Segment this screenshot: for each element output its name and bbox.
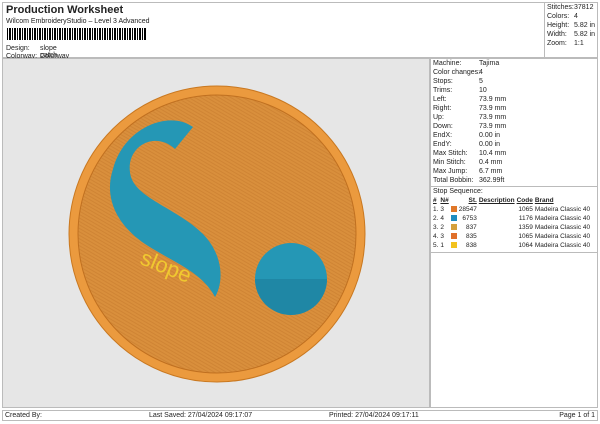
created-by: Created By:: [5, 412, 42, 419]
detail-row: Max Jump: 6.7 mm: [433, 168, 503, 175]
color-swatch: [450, 214, 457, 221]
detail-row: Right: 73.9 mm: [433, 105, 507, 112]
stats-box: Stitches: 37812 Colors: 4 Height: 5.82 in W…: [544, 2, 598, 58]
color-swatch: [450, 205, 457, 212]
design-label: Design:: [6, 45, 30, 52]
table-row: 1. 3 28547 1065 Madeira Classic 40: [433, 205, 591, 213]
color-swatch: [450, 241, 457, 248]
printed-date: Printed: 27/04/2024 09:17:11: [329, 412, 419, 419]
detail-row: EndX: 0.00 in: [433, 132, 501, 139]
design-preview: slope: [2, 58, 430, 408]
stat-row: Zoom: 1:1: [547, 40, 584, 47]
detail-row: Max Stitch: 10.4 mm: [433, 150, 507, 157]
detail-row: Color changes: 4: [433, 69, 483, 76]
barcode: [7, 28, 147, 40]
detail-row: Total Bobbin: 362.99ft: [433, 177, 505, 184]
color-swatch: [450, 223, 457, 230]
detail-row: Machine: Tajima: [433, 60, 500, 67]
detail-row: EndY: 0.00 in: [433, 141, 501, 148]
software-name: Wilcom EmbroideryStudio – Level 3 Advanc…: [6, 18, 150, 25]
table-row: 5. 1 838 1064 Madeira Classic 40: [433, 241, 591, 249]
worksheet-header: Production Worksheet Wilcom EmbroiderySt…: [2, 2, 430, 67]
last-saved: Last Saved: 27/04/2024 09:17:07: [149, 412, 253, 419]
stat-row: Width: 5.82 in: [547, 31, 596, 38]
embroidery-design: slope: [68, 85, 366, 383]
page-title: Production Worksheet: [6, 4, 124, 16]
detail-row: Stops: 5: [433, 78, 483, 85]
stat-row: Height: 5.82 in: [547, 22, 596, 29]
detail-row: Min Stitch: 0.4 mm: [433, 159, 503, 166]
footer: Created By: Last Saved: 27/04/2024 09:17…: [2, 410, 598, 421]
color-swatch: [450, 232, 457, 239]
details-panel: Machine: Tajima Color changes: 4 Stops: 5 Trim…: [430, 58, 598, 408]
table-row: 2. 4 6753 1176 Madeira Classic 40: [433, 214, 591, 222]
page-number: Page 1 of 1: [559, 412, 595, 419]
stat-row: Colors: 4: [547, 13, 578, 20]
stop-sequence-title: Stop Sequence:: [433, 188, 483, 195]
table-row: 3. 2 837 1359 Madeira Classic 40: [433, 223, 591, 231]
patch-fill: [77, 94, 357, 374]
detail-row: Up: 73.9 mm: [433, 114, 507, 121]
detail-row: Down: 73.9 mm: [433, 123, 507, 130]
stop-sequence-table: # N# St. Description Code Brand 1. 3 28547 106…: [433, 197, 591, 249]
detail-row: Trims: 10: [433, 87, 487, 94]
detail-row: Left: 73.9 mm: [433, 96, 507, 103]
table-row: 4. 3 835 1065 Madeira Classic 40: [433, 232, 591, 240]
header-spacer: [430, 2, 544, 58]
stat-row: Stitches: 37812: [547, 4, 594, 11]
